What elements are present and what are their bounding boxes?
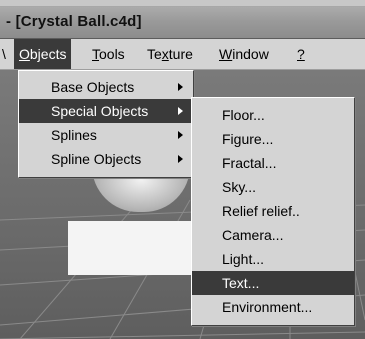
menu-item-sky[interactable]: Sky...: [192, 175, 354, 199]
menu-item-splines[interactable]: Splines: [19, 123, 193, 147]
menu-item-environment[interactable]: Environment...: [192, 295, 354, 319]
menu-help-mnemonic: ?: [297, 46, 305, 62]
menu-item-special-objects[interactable]: Special Objects: [19, 99, 193, 123]
menu-help[interactable]: ?: [292, 39, 310, 69]
menu-item-fractal[interactable]: Fractal...: [192, 151, 354, 175]
menu-item-label: Camera...: [222, 227, 284, 243]
menu-item-light[interactable]: Light...: [192, 247, 354, 271]
menu-window[interactable]: Window: [214, 39, 274, 69]
menu-texture-label: ture: [168, 46, 193, 62]
submenu-arrow-icon: [178, 155, 183, 163]
submenu-arrow-icon: [178, 83, 183, 91]
menu-item-label: Relief relief..: [222, 203, 300, 219]
menu-tools[interactable]: Tools: [87, 39, 130, 69]
menu-item-relief[interactable]: Relief relief..: [192, 199, 354, 223]
menu-bar: \ Objects Tools Texture Window ?: [0, 39, 365, 70]
menu-fragment: \: [2, 46, 6, 62]
submenu-arrow-icon: [178, 107, 183, 115]
menu-objects[interactable]: Objects: [14, 39, 72, 69]
menu-item-label: Floor...: [222, 107, 265, 123]
menu-window-mnemonic: W: [219, 46, 233, 62]
menu-tools-label: ools: [99, 46, 125, 62]
menu-item-floor[interactable]: Floor...: [192, 103, 354, 127]
menu-item-label: Splines: [51, 127, 97, 143]
menu-item-label: Base Objects: [51, 79, 135, 95]
special-objects-submenu: Floor... Figure... Fractal... Sky... Rel…: [191, 97, 355, 326]
menu-item-camera[interactable]: Camera...: [192, 223, 354, 247]
menu-item-label: Special Objects: [51, 103, 149, 119]
menu-item-label: Figure...: [222, 131, 274, 147]
menu-objects-label: bjects: [29, 46, 67, 62]
objects-menu: Base Objects Special Objects Splines Spl…: [18, 70, 194, 178]
menu-item-label: Fractal...: [222, 155, 277, 171]
menu-item-figure[interactable]: Figure...: [192, 127, 354, 151]
title-bar: - [Crystal Ball.c4d]: [0, 0, 365, 39]
submenu-arrow-icon: [178, 131, 183, 139]
menu-texture[interactable]: Texture: [142, 39, 198, 69]
menu-texture-pre: Te: [147, 46, 162, 62]
menu-item-label: Spline Objects: [51, 151, 142, 167]
menu-item-label: Light...: [222, 251, 265, 267]
menu-item-base-objects[interactable]: Base Objects: [19, 75, 193, 99]
window-title: - [Crystal Ball.c4d]: [6, 13, 142, 30]
window-top-edge: [0, 0, 365, 7]
menu-tools-mnemonic: T: [92, 46, 99, 62]
menu-objects-mnemonic: O: [19, 46, 30, 62]
menu-item-text[interactable]: Text...: [192, 271, 354, 295]
menu-window-label: indow: [232, 46, 269, 62]
menu-item-spline-objects[interactable]: Spline Objects: [19, 147, 193, 171]
menu-texture-mnemonic: x: [161, 46, 169, 62]
menu-item-label: Environment...: [222, 299, 313, 315]
menu-item-label: Sky...: [222, 179, 256, 195]
menu-item-label: Text...: [222, 275, 260, 291]
